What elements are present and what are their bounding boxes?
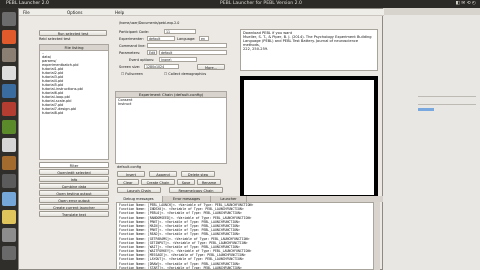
command-line-label: Command line:	[119, 44, 146, 48]
create-chain-button[interactable]: Create Chain	[141, 179, 175, 185]
chain-item-instruct[interactable]: Instruct	[116, 102, 226, 106]
experimenter-label: Experimenter:	[119, 37, 144, 41]
more-button[interactable]: More...	[197, 64, 225, 70]
language-input[interactable]: en	[199, 36, 209, 41]
filter-field[interactable]: Filter	[39, 162, 109, 168]
run-selected-test-button[interactable]: Run selected test	[39, 30, 107, 36]
screenshot-preview	[240, 76, 378, 199]
chain-list[interactable]: Consent Instruct	[116, 98, 226, 163]
menu-options[interactable]: Options	[67, 10, 82, 15]
output-line: Function Name: [START]<- <Variable of Ty…	[119, 265, 242, 270]
rename-button[interactable]: Rename	[197, 179, 221, 185]
collect-demographics-checkbox[interactable]: ☐ Collect demographics	[164, 72, 206, 76]
rename-copy-chain-button[interactable]: Rename/copy Chain	[169, 187, 223, 193]
clear-button[interactable]: Clear	[117, 179, 139, 185]
pebl-icon[interactable]	[2, 192, 16, 206]
open-edit-selected-button[interactable]: Open/edit selected	[39, 169, 109, 175]
parameters-label: Parameters:	[119, 51, 141, 55]
file-list-panel: File listing .. data/params/experimentbat…	[39, 44, 109, 160]
output-scrollbar[interactable]	[373, 202, 380, 270]
app-title: PEBL Launcher for PEBL Version 2.0	[220, 1, 302, 6]
participant-code-label: Participant Code:	[119, 30, 149, 34]
experiment-chain-panel: Experiment Chain (default.config) Consen…	[115, 91, 227, 164]
menu-bar: File Options Help	[19, 9, 384, 16]
menu-help[interactable]: Help	[115, 10, 124, 15]
create-current-launcher-button[interactable]: Create current launcher	[39, 204, 109, 210]
combine-data-button[interactable]: Combine data	[39, 183, 109, 189]
window-title: PEBL Launcher 2.0	[6, 1, 49, 6]
config-label: default.config	[117, 165, 142, 169]
screen-size-label: Screen size:	[119, 65, 141, 69]
pebl-launcher-window: File Options Help Run selected test Rebl…	[18, 8, 384, 270]
collect-demographics-label: Collect demographics	[168, 72, 207, 76]
app-icon[interactable]	[2, 210, 16, 224]
system-top-bar: PEBL Launcher 2.0 PEBL Launcher for PEBL…	[0, 0, 480, 8]
dock	[0, 8, 18, 270]
open-testing-output-button[interactable]: Open testing output	[39, 190, 109, 196]
settings-icon[interactable]	[2, 138, 16, 152]
screen-size-select[interactable]: 1280x1024	[144, 64, 179, 69]
file-list[interactable]: .. data/params/experimentbatch.pbl tutoria…	[40, 51, 108, 159]
debug-output: Function Name: [PEBL_LAUNCH]<- <Variable…	[116, 202, 380, 270]
dash-icon[interactable]	[2, 12, 16, 26]
file-list-item[interactable]: tutorial8.pbl	[40, 111, 108, 115]
delete-step-button[interactable]: Delete step	[181, 171, 215, 177]
menu-file[interactable]: File	[23, 10, 30, 15]
editor-icon[interactable]	[2, 156, 16, 170]
trash-icon[interactable]	[2, 246, 16, 260]
command-line-input[interactable]	[147, 43, 227, 48]
disk-icon[interactable]	[2, 228, 16, 242]
files-icon[interactable]	[2, 48, 16, 62]
parameters-input[interactable]: default	[159, 50, 227, 55]
info-button[interactable]: Info	[39, 176, 109, 182]
save-button[interactable]: Save	[177, 179, 195, 185]
open-error-output-button[interactable]: Open error output	[39, 197, 109, 203]
insert-button[interactable]: Insert	[117, 171, 145, 177]
event-options-label: Event options:	[129, 58, 155, 62]
docs-icon[interactable]	[2, 84, 16, 98]
browser-icon[interactable]	[2, 30, 16, 44]
office-icon[interactable]	[2, 66, 16, 80]
terminal-icon[interactable]	[2, 174, 16, 188]
fullscreen-checkbox[interactable]: ☐ Fullscreen	[121, 72, 143, 76]
description-text: Download PEBL if you want Mueller, S. T.…	[240, 29, 378, 71]
spreadsheet-icon[interactable]	[2, 120, 16, 134]
event-options-input[interactable]: (none)	[159, 57, 197, 62]
experimenter-input[interactable]: default	[147, 36, 175, 41]
experiment-path: /home/user/Documents/pebl-exp.2.0	[119, 21, 180, 25]
translate-text-button[interactable]: Translate text	[39, 211, 109, 217]
participant-code-input[interactable]: 11	[164, 29, 196, 34]
software-icon[interactable]	[2, 102, 16, 116]
parameters-edit[interactable]: Edit	[147, 50, 157, 55]
launch-chain-button[interactable]: Launch Chain	[117, 187, 161, 193]
left-subtitle: Rebl selected test	[39, 37, 71, 41]
append-button[interactable]: Append	[149, 171, 177, 177]
fullscreen-label: Fullscreen	[125, 72, 143, 76]
language-label: Language:	[177, 37, 196, 41]
system-tray: ◧ ✉ ⟲ ◴	[455, 1, 476, 6]
